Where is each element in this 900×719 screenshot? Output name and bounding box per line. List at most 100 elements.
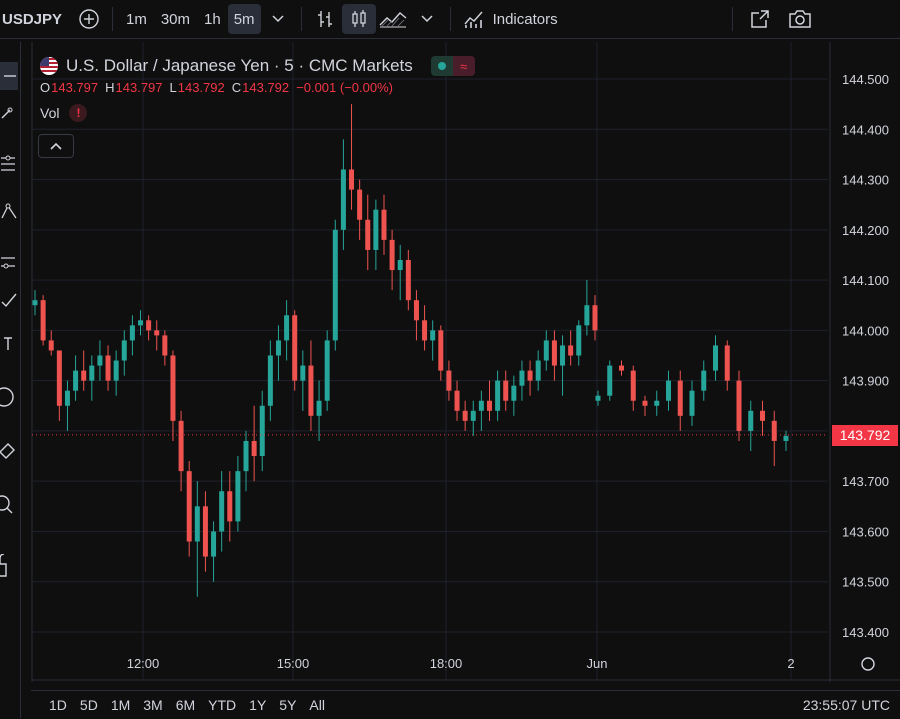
price-tick-label: 143.900 [842, 374, 889, 389]
candle-body [677, 380, 683, 416]
interval-1m[interactable]: 1m [119, 4, 154, 34]
indicators-icon [464, 11, 483, 28]
candle-body [595, 395, 601, 401]
candle-body [689, 390, 695, 416]
volume-warning-icon[interactable]: ! [69, 104, 88, 122]
snapshot-open-icon[interactable] [743, 4, 777, 34]
volume-label: Vol [40, 105, 60, 121]
chevron-up-icon [50, 142, 62, 150]
symbol-title[interactable]: U.S. Dollar / Japanese Yen · 5 · CMC Mar… [66, 56, 413, 76]
candle-body [381, 209, 387, 240]
candle-body [654, 400, 660, 406]
utc-clock[interactable]: 23:55:07 UTC [803, 697, 890, 713]
indicators-button[interactable]: Indicators [457, 4, 564, 34]
time-tick-label: 18:00 [430, 656, 463, 671]
candles-style-icon[interactable] [341, 4, 376, 34]
candle-body [478, 400, 484, 411]
range-1y[interactable]: 1Y [249, 697, 266, 713]
candle-body [259, 405, 265, 457]
range-3m[interactable]: 3M [143, 697, 162, 713]
candle-body [568, 345, 574, 356]
candle-body [413, 300, 419, 321]
candle-body [397, 259, 403, 271]
candle-body [783, 435, 789, 441]
compare-add-icon[interactable] [72, 4, 106, 34]
candle-body [748, 410, 754, 431]
candle-body [340, 169, 346, 230]
change-value: −0.001 (−0.00%) [296, 80, 393, 95]
candle-body [576, 325, 582, 356]
candle-body [519, 370, 525, 386]
camera-icon[interactable] [783, 4, 817, 34]
candle-body [446, 370, 452, 391]
chart-type-chevron-down-icon[interactable] [410, 4, 444, 34]
candle-body [607, 365, 613, 396]
candle-body [771, 420, 777, 441]
open-value: 143.797 [51, 80, 99, 95]
price-tick-label: 143.600 [842, 524, 889, 539]
bars-style-icon[interactable] [308, 4, 342, 34]
candle-body [146, 320, 152, 331]
candle-body [666, 380, 671, 401]
candle-body [332, 229, 338, 341]
area-style-icon[interactable] [376, 4, 410, 34]
ohlc-values: O 143.797 H 143.797 L 143.792 C 143.792 −0.0… [40, 80, 475, 98]
price-tick-label: 144.000 [842, 323, 889, 338]
range-1m[interactable]: 1M [111, 697, 130, 713]
us-flag-icon [40, 57, 58, 75]
volume-legend[interactable]: Vol ! [40, 104, 475, 122]
candle-body [486, 400, 492, 411]
candle-body [308, 365, 314, 416]
candle-body [235, 471, 241, 522]
candle-body [284, 315, 290, 341]
candle-body [454, 390, 460, 411]
chart-legend: U.S. Dollar / Japanese Yen · 5 · CMC Mar… [40, 54, 475, 122]
candle-body [194, 506, 200, 542]
candle-body [642, 400, 648, 406]
range-5y[interactable]: 5Y [279, 697, 296, 713]
price-tick-label: 144.200 [842, 223, 889, 238]
candle-body [422, 320, 428, 341]
candle-body [736, 380, 742, 431]
candle-body [275, 340, 281, 356]
time-tick-label: Jun [587, 656, 608, 671]
candle-body [560, 345, 566, 366]
candle-body [760, 410, 765, 421]
collapse-legend-button[interactable] [38, 134, 74, 158]
candle-body [56, 350, 62, 406]
interval-chevron-down-icon[interactable] [261, 4, 295, 34]
range-all[interactable]: All [309, 697, 325, 713]
candle-body [219, 491, 225, 532]
toolbar-divider [731, 7, 733, 31]
price-chart[interactable]: 144.500 144.400 144.300 144.200 144.100 144.0… [0, 42, 900, 682]
candle-body [373, 209, 379, 250]
axis-settings-icon[interactable] [861, 657, 875, 671]
candle-body [584, 305, 590, 326]
interval-5m[interactable]: 5m [227, 4, 261, 34]
market-status[interactable]: ≈ [430, 56, 475, 76]
candle-body [211, 531, 217, 557]
low-value: 143.792 [177, 80, 225, 95]
candle-body [129, 325, 135, 341]
candle-body [186, 471, 192, 542]
symbol-search[interactable]: USDJPY [2, 4, 72, 34]
toolbar-divider [449, 7, 451, 31]
candle-body [724, 345, 730, 381]
candle-body [300, 365, 306, 381]
interval-1h[interactable]: 1h [197, 4, 228, 34]
interval-30m[interactable]: 30m [154, 4, 197, 34]
open-label: O [40, 80, 51, 95]
candle-body [154, 330, 160, 336]
candle-body [202, 506, 208, 557]
range-1d[interactable]: 1D [49, 697, 67, 713]
candle-body [32, 300, 38, 306]
candle-body [551, 340, 557, 366]
range-6m[interactable]: 6M [176, 697, 195, 713]
candle-body [462, 410, 468, 421]
range-buttons: 1D 5D 1M 3M 6M YTD 1Y 5Y All [49, 697, 338, 713]
candle-body [470, 410, 476, 421]
candle-body [405, 259, 411, 301]
candle-body [543, 340, 549, 361]
range-5d[interactable]: 5D [80, 697, 98, 713]
range-ytd[interactable]: YTD [208, 697, 236, 713]
